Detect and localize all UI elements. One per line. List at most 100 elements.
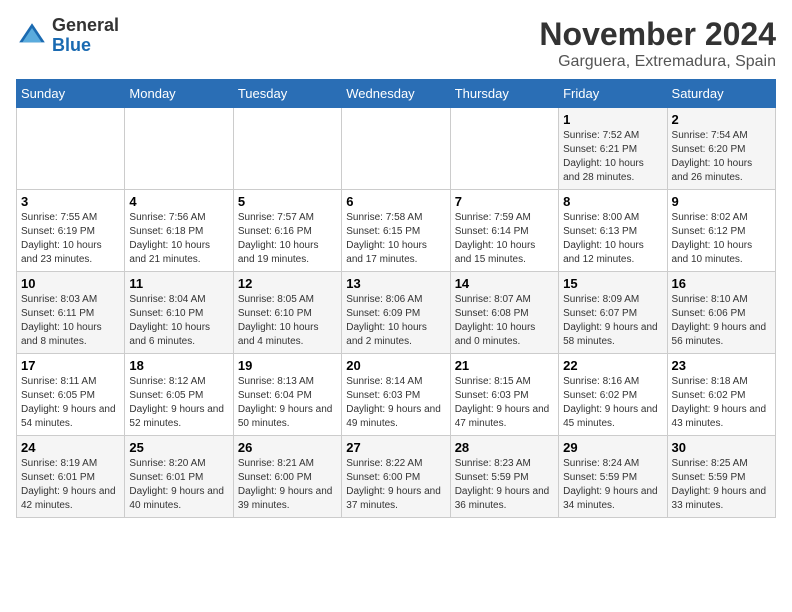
calendar-table: SundayMondayTuesdayWednesdayThursdayFrid… [16,79,776,518]
calendar-cell: 29 Sunrise: 8:24 AMSunset: 5:59 PMDayligh… [559,436,667,518]
calendar-cell: 6 Sunrise: 7:58 AMSunset: 6:15 PMDaylight… [342,190,450,272]
day-info: Sunrise: 8:00 AMSunset: 6:13 PMDaylight:… [563,211,662,267]
day-info: Sunrise: 8:03 AMSunset: 6:11 PMDaylight:… [21,293,120,349]
day-info: Sunrise: 8:18 AMSunset: 6:02 PMDaylight:… [672,375,771,431]
day-number: 29 [563,440,662,455]
day-number: 26 [238,440,337,455]
calendar-cell: 17 Sunrise: 8:11 AMSunset: 6:05 PMDayligh… [17,354,125,436]
calendar-cell: 1 Sunrise: 7:52 AMSunset: 6:21 PMDaylight… [559,108,667,190]
calendar-week-row: 24 Sunrise: 8:19 AMSunset: 6:01 PMDayligh… [17,436,776,518]
calendar-cell: 7 Sunrise: 7:59 AMSunset: 6:14 PMDaylight… [450,190,558,272]
calendar-cell: 18 Sunrise: 8:12 AMSunset: 6:05 PMDayligh… [125,354,233,436]
weekday-header: Sunday [17,80,125,108]
day-info: Sunrise: 8:07 AMSunset: 6:08 PMDaylight:… [455,293,554,349]
day-number: 1 [563,112,662,127]
day-info: Sunrise: 8:22 AMSunset: 6:00 PMDaylight:… [346,457,445,513]
calendar-cell: 27 Sunrise: 8:22 AMSunset: 6:00 PMDayligh… [342,436,450,518]
calendar-cell: 22Sunrise: 8:16 AMSunset: 6:02 PMDayligh… [559,354,667,436]
location: Garguera, Extremadura, Spain [539,53,776,71]
calendar-cell: 15Sunrise: 8:09 AMSunset: 6:07 PMDayligh… [559,272,667,354]
day-info: Sunrise: 7:58 AMSunset: 6:15 PMDaylight:… [346,211,445,267]
calendar-cell: 19 Sunrise: 8:13 AMSunset: 6:04 PMDayligh… [233,354,341,436]
calendar-cell: 5Sunrise: 7:57 AMSunset: 6:16 PMDaylight… [233,190,341,272]
header: General Blue November 2024 Garguera, Ext… [16,16,776,71]
calendar-cell: 9Sunrise: 8:02 AMSunset: 6:12 PMDaylight… [667,190,775,272]
calendar-cell: 13 Sunrise: 8:06 AMSunset: 6:09 PMDayligh… [342,272,450,354]
day-number: 8 [563,194,662,209]
day-number: 7 [455,194,554,209]
calendar-cell: 25Sunrise: 8:20 AMSunset: 6:01 PMDayligh… [125,436,233,518]
day-number: 13 [346,276,445,291]
day-info: Sunrise: 8:20 AMSunset: 6:01 PMDaylight:… [129,457,228,513]
calendar-week-row: 10 Sunrise: 8:03 AMSunset: 6:11 PMDayligh… [17,272,776,354]
day-number: 27 [346,440,445,455]
day-info: Sunrise: 8:25 AMSunset: 5:59 PMDaylight:… [672,457,771,513]
day-info: Sunrise: 7:52 AMSunset: 6:21 PMDaylight:… [563,129,662,185]
day-info: Sunrise: 8:12 AMSunset: 6:05 PMDaylight:… [129,375,228,431]
header-row: SundayMondayTuesdayWednesdayThursdayFrid… [17,80,776,108]
calendar-cell: 2Sunrise: 7:54 AMSunset: 6:20 PMDaylight… [667,108,775,190]
calendar-cell: 14 Sunrise: 8:07 AMSunset: 6:08 PMDayligh… [450,272,558,354]
day-number: 19 [238,358,337,373]
day-info: Sunrise: 8:14 AMSunset: 6:03 PMDaylight:… [346,375,445,431]
day-info: Sunrise: 8:06 AMSunset: 6:09 PMDaylight:… [346,293,445,349]
logo-blue: Blue [52,35,91,55]
calendar-cell: 26Sunrise: 8:21 AMSunset: 6:00 PMDayligh… [233,436,341,518]
day-info: Sunrise: 8:10 AMSunset: 6:06 PMDaylight:… [672,293,771,349]
day-number: 6 [346,194,445,209]
calendar-cell: 10 Sunrise: 8:03 AMSunset: 6:11 PMDayligh… [17,272,125,354]
day-info: Sunrise: 8:23 AMSunset: 5:59 PMDaylight:… [455,457,554,513]
calendar-cell [342,108,450,190]
day-number: 20 [346,358,445,373]
day-number: 10 [21,276,120,291]
day-number: 24 [21,440,120,455]
day-info: Sunrise: 8:13 AMSunset: 6:04 PMDaylight:… [238,375,337,431]
weekday-header: Friday [559,80,667,108]
weekday-header: Saturday [667,80,775,108]
calendar-cell [17,108,125,190]
logo-general: General [52,15,119,35]
day-info: Sunrise: 8:09 AMSunset: 6:07 PMDaylight:… [563,293,662,349]
calendar-cell: 24 Sunrise: 8:19 AMSunset: 6:01 PMDayligh… [17,436,125,518]
day-number: 21 [455,358,554,373]
weekday-header: Thursday [450,80,558,108]
weekday-header: Wednesday [342,80,450,108]
day-info: Sunrise: 7:54 AMSunset: 6:20 PMDaylight:… [672,129,771,185]
calendar-cell: 21Sunrise: 8:15 AMSunset: 6:03 PMDayligh… [450,354,558,436]
calendar-cell: 23Sunrise: 8:18 AMSunset: 6:02 PMDayligh… [667,354,775,436]
calendar-cell [450,108,558,190]
calendar-week-row: 1 Sunrise: 7:52 AMSunset: 6:21 PMDaylight… [17,108,776,190]
calendar-cell: 16 Sunrise: 8:10 AMSunset: 6:06 PMDayligh… [667,272,775,354]
day-info: Sunrise: 8:02 AMSunset: 6:12 PMDaylight:… [672,211,771,267]
calendar-cell: 11 Sunrise: 8:04 AMSunset: 6:10 PMDayligh… [125,272,233,354]
weekday-header: Monday [125,80,233,108]
day-number: 3 [21,194,120,209]
day-number: 17 [21,358,120,373]
calendar-week-row: 3 Sunrise: 7:55 AMSunset: 6:19 PMDaylight… [17,190,776,272]
day-info: Sunrise: 7:55 AMSunset: 6:19 PMDaylight:… [21,211,120,267]
calendar-week-row: 17 Sunrise: 8:11 AMSunset: 6:05 PMDayligh… [17,354,776,436]
day-info: Sunrise: 8:04 AMSunset: 6:10 PMDaylight:… [129,293,228,349]
logo: General Blue [16,16,119,56]
day-number: 30 [672,440,771,455]
day-info: Sunrise: 7:59 AMSunset: 6:14 PMDaylight:… [455,211,554,267]
day-info: Sunrise: 8:24 AMSunset: 5:59 PMDaylight:… [563,457,662,513]
day-number: 5 [238,194,337,209]
day-number: 16 [672,276,771,291]
day-info: Sunrise: 8:11 AMSunset: 6:05 PMDaylight:… [21,375,120,431]
month-title: November 2024 [539,16,776,53]
calendar-cell: 3 Sunrise: 7:55 AMSunset: 6:19 PMDaylight… [17,190,125,272]
day-number: 22 [563,358,662,373]
logo-icon [16,20,48,52]
day-number: 14 [455,276,554,291]
day-number: 11 [129,276,228,291]
calendar-cell: 28Sunrise: 8:23 AMSunset: 5:59 PMDayligh… [450,436,558,518]
calendar-cell: 12Sunrise: 8:05 AMSunset: 6:10 PMDayligh… [233,272,341,354]
day-number: 4 [129,194,228,209]
day-info: Sunrise: 8:19 AMSunset: 6:01 PMDaylight:… [21,457,120,513]
day-number: 18 [129,358,228,373]
day-info: Sunrise: 7:56 AMSunset: 6:18 PMDaylight:… [129,211,228,267]
weekday-header: Tuesday [233,80,341,108]
logo-text: General Blue [52,16,119,56]
title-area: November 2024 Garguera, Extremadura, Spa… [539,16,776,71]
